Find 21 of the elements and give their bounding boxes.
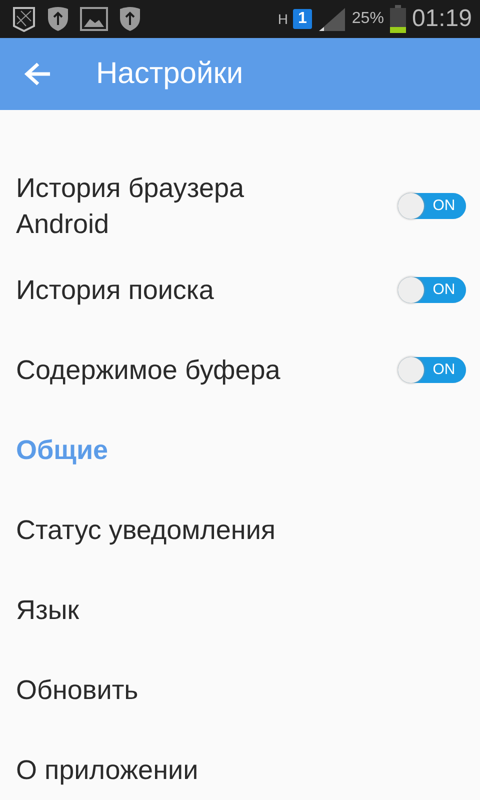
shield-icon [12,6,36,32]
back-arrow-icon [24,61,52,87]
image-icon [80,6,108,32]
setting-item[interactable]: Статус уведомления [16,512,276,548]
setting-label: История поиска [16,274,214,307]
setting-item[interactable]: Обновить [16,672,138,708]
section-header: Общие [16,434,108,466]
shield-icon [118,6,142,32]
setting-label: История браузера Android [16,172,246,241]
network-type: H [278,11,288,27]
screen-title: Настройки [96,57,244,91]
battery-icon [388,5,407,33]
signal-icon [316,6,347,32]
shield-icon [46,6,70,32]
sim-badge: 1 [293,9,312,29]
setting-item[interactable]: Язык [16,592,80,628]
setting-item[interactable]: О приложении [16,752,198,788]
clock: 01:19 [412,5,472,33]
back-button[interactable] [24,61,52,87]
battery-percent: 25% [352,10,384,28]
setting-label: Содержимое буфера [16,354,280,387]
